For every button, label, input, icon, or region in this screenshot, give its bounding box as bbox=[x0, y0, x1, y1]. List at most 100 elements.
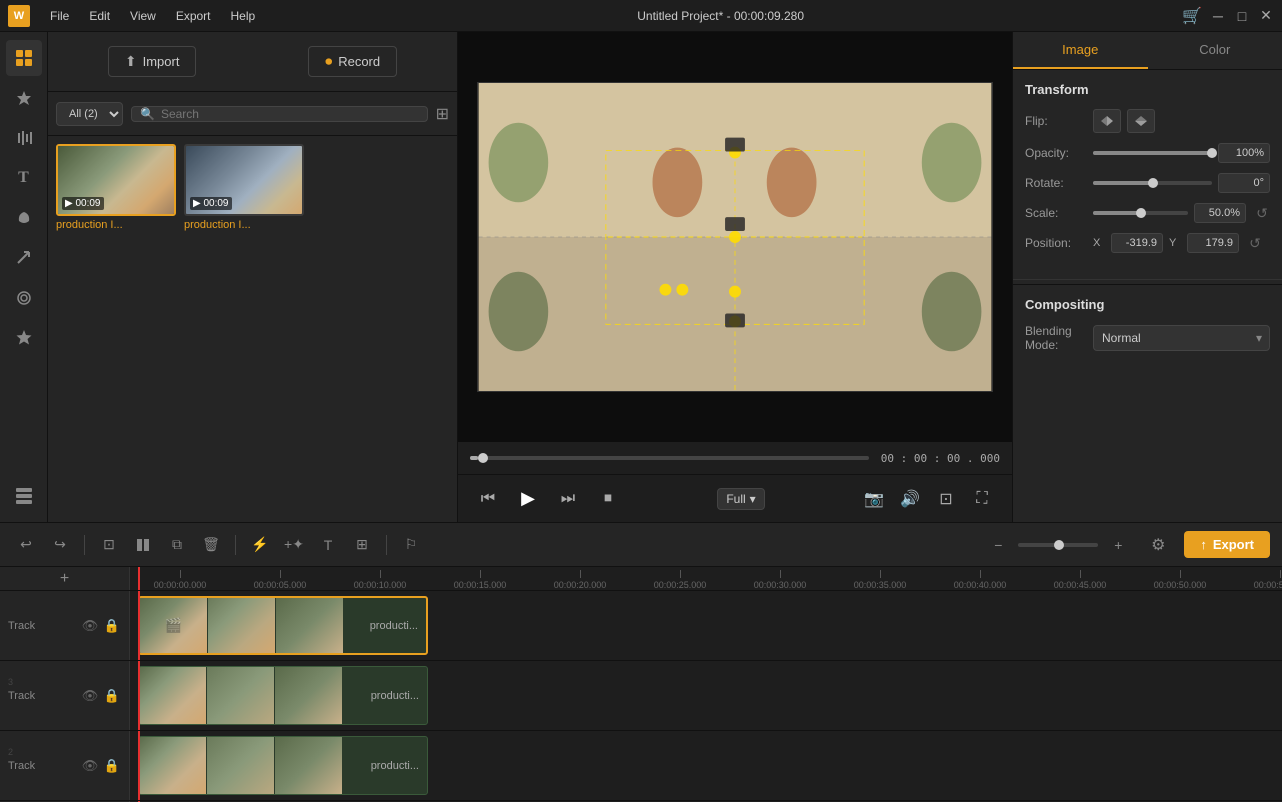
zoom-thumb[interactable] bbox=[1054, 540, 1064, 550]
opacity-slider[interactable] bbox=[1093, 151, 1212, 155]
close-button[interactable]: ✕ bbox=[1258, 8, 1274, 24]
track-visibility-button[interactable]: 👁 bbox=[81, 757, 99, 775]
menu-view[interactable]: View bbox=[126, 7, 160, 25]
flip-h-icon bbox=[1099, 114, 1115, 128]
marker-button[interactable]: ⚐ bbox=[397, 531, 425, 559]
list-item[interactable]: ▶ 00:09 production I... bbox=[56, 144, 176, 231]
sidebar-item-shapes[interactable] bbox=[6, 200, 42, 236]
list-item[interactable]: ▶ 00:09 production I... bbox=[184, 144, 304, 231]
track-lock-button[interactable]: 🔒 bbox=[103, 617, 121, 635]
crop-tool-button[interactable]: ⊡ bbox=[95, 531, 123, 559]
add-effect-button[interactable]: +✦ bbox=[280, 531, 308, 559]
speed-button[interactable]: ⚡ bbox=[246, 531, 274, 559]
fit-button[interactable]: ⊡ bbox=[932, 485, 960, 513]
minimize-button[interactable]: ─ bbox=[1210, 8, 1226, 24]
rotate-value-input[interactable] bbox=[1218, 173, 1270, 193]
right-panel-tabs: Image Color bbox=[1013, 32, 1282, 70]
track-lock-button[interactable]: 🔒 bbox=[103, 757, 121, 775]
skip-forward-button[interactable]: ⏭ bbox=[554, 485, 582, 513]
opacity-row: Opacity: bbox=[1025, 143, 1270, 163]
track-visibility-button[interactable]: 👁 bbox=[81, 617, 99, 635]
menu-help[interactable]: Help bbox=[227, 7, 260, 25]
position-x-input[interactable] bbox=[1111, 233, 1163, 253]
import-button[interactable]: ⬆ Import bbox=[108, 46, 197, 77]
zoom-slider[interactable] bbox=[1018, 543, 1098, 547]
menu-file[interactable]: File bbox=[46, 7, 73, 25]
track-label: Track bbox=[8, 690, 35, 702]
clip-label: producti... bbox=[370, 620, 418, 632]
flip-row: Flip: bbox=[1025, 109, 1270, 133]
cart-icon[interactable]: 🛒 bbox=[1182, 6, 1202, 26]
track-visibility-button[interactable]: 👁 bbox=[81, 687, 99, 705]
fullscreen-button[interactable]: ⛶ bbox=[968, 485, 996, 513]
skip-back-button[interactable]: ⏮ bbox=[474, 485, 502, 513]
timeline-settings-button[interactable]: ⚙ bbox=[1144, 531, 1172, 559]
progress-thumb[interactable] bbox=[478, 453, 488, 463]
scale-slider[interactable] bbox=[1093, 211, 1188, 215]
sidebar-item-filters[interactable] bbox=[6, 280, 42, 316]
sidebar-item-text[interactable]: T bbox=[6, 160, 42, 196]
split-button[interactable] bbox=[129, 531, 157, 559]
opacity-fill bbox=[1093, 151, 1212, 155]
add-track-button[interactable]: + bbox=[53, 569, 77, 589]
play-button[interactable]: ▶ bbox=[514, 485, 542, 513]
grid-toggle-icon[interactable]: ⊞ bbox=[436, 104, 449, 124]
stop-button[interactable]: ⏹ bbox=[594, 485, 622, 513]
record-button[interactable]: ⏺ Record bbox=[308, 46, 397, 77]
zoom-in-button[interactable]: + bbox=[1104, 531, 1132, 559]
scale-reset-button[interactable]: ↺ bbox=[1254, 205, 1270, 222]
track-clip[interactable]: 🎬 bbox=[138, 596, 428, 655]
flip-horizontal-button[interactable] bbox=[1093, 109, 1121, 133]
track-clip[interactable]: producti... bbox=[138, 736, 428, 795]
time-display: 00 : 00 : 00 . 000 bbox=[881, 452, 1000, 465]
clip-thumbnail bbox=[207, 667, 275, 724]
scale-thumb[interactable] bbox=[1136, 208, 1146, 218]
track-clip[interactable]: producti... bbox=[138, 666, 428, 725]
flip-vertical-button[interactable] bbox=[1127, 109, 1155, 133]
rotate-thumb[interactable] bbox=[1148, 178, 1158, 188]
opacity-value-input[interactable] bbox=[1218, 143, 1270, 163]
menu-edit[interactable]: Edit bbox=[85, 7, 114, 25]
split-icon bbox=[136, 538, 150, 552]
progress-bar[interactable] bbox=[470, 456, 869, 460]
opacity-thumb[interactable] bbox=[1207, 148, 1217, 158]
scale-value-input[interactable] bbox=[1194, 203, 1246, 223]
redo-button[interactable]: ↪ bbox=[46, 531, 74, 559]
sidebar-item-effects[interactable] bbox=[6, 80, 42, 116]
sidebar-item-media[interactable] bbox=[6, 40, 42, 76]
maximize-button[interactable]: □ bbox=[1234, 8, 1250, 24]
search-input[interactable] bbox=[161, 107, 419, 121]
menu-export[interactable]: Export bbox=[172, 7, 215, 25]
blend-mode-select[interactable]: NormalMultiplyScreenOverlayDarkenLighten bbox=[1093, 325, 1270, 351]
sidebar-item-layout[interactable] bbox=[6, 478, 42, 514]
group-button[interactable]: ⊞ bbox=[348, 531, 376, 559]
zoom-out-button[interactable]: − bbox=[984, 531, 1012, 559]
sidebar-item-stickers[interactable] bbox=[6, 320, 42, 356]
quality-select[interactable]: Full ▾ bbox=[717, 488, 764, 510]
sidebar-item-transitions[interactable] bbox=[6, 240, 42, 276]
titlebar: W File Edit View Export Help Untitled Pr… bbox=[0, 0, 1282, 32]
delete-button[interactable]: 🗑 bbox=[197, 531, 225, 559]
tab-color[interactable]: Color bbox=[1148, 32, 1282, 69]
media-thumbnail[interactable]: ▶ 00:09 bbox=[184, 144, 304, 216]
media-filter-bar: All (2) 🔍 ⊞ bbox=[48, 92, 457, 136]
compositing-title: Compositing bbox=[1025, 297, 1270, 312]
track-lock-button[interactable]: 🔒 bbox=[103, 687, 121, 705]
media-thumbnail[interactable]: ▶ 00:09 bbox=[56, 144, 176, 216]
rotate-slider[interactable] bbox=[1093, 181, 1212, 185]
add-text-button[interactable]: T bbox=[314, 531, 342, 559]
copy-button[interactable]: ⧉ bbox=[163, 531, 191, 559]
clip-thumbnail bbox=[276, 598, 344, 653]
position-y-input[interactable] bbox=[1187, 233, 1239, 253]
undo-button[interactable]: ↩ bbox=[12, 531, 40, 559]
volume-button[interactable]: 🔊 bbox=[896, 485, 924, 513]
track-playhead bbox=[138, 661, 140, 730]
position-reset-button[interactable]: ↺ bbox=[1247, 235, 1263, 252]
position-label: Position: bbox=[1025, 236, 1085, 250]
tab-image[interactable]: Image bbox=[1013, 32, 1148, 69]
sidebar-item-audio[interactable] bbox=[6, 120, 42, 156]
screenshot-button[interactable]: 📷 bbox=[860, 485, 888, 513]
media-panel: ⬆ Import ⏺ Record All (2) 🔍 ⊞ bbox=[48, 32, 458, 522]
media-filter-select[interactable]: All (2) bbox=[56, 102, 123, 126]
export-button[interactable]: ↑ Export bbox=[1184, 531, 1270, 558]
